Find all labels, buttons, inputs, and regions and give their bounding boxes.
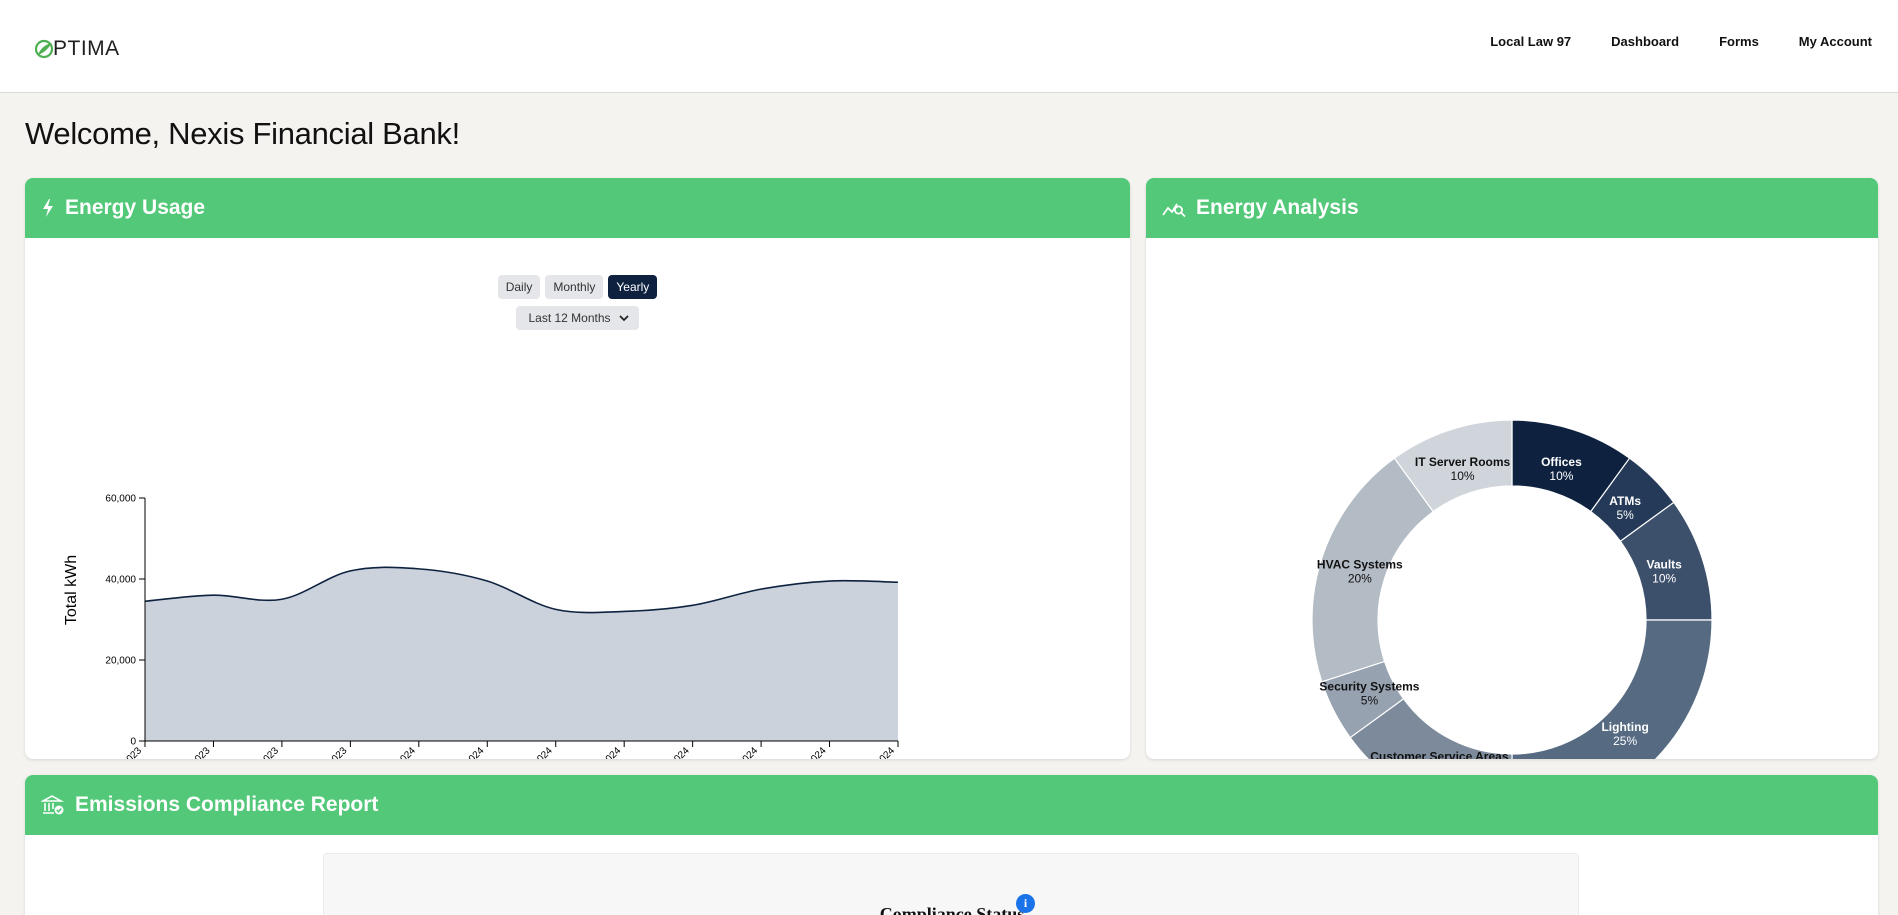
donut-slice-label: Vaults	[1646, 558, 1682, 572]
compliance-status-panel: Compliance Status i	[323, 853, 1579, 915]
chart-analysis-icon	[1162, 198, 1186, 218]
x-tick-label: Jul 2024	[794, 745, 829, 759]
donut-slice-percent: 25%	[1613, 734, 1637, 748]
leaf-o-icon	[34, 39, 54, 59]
donut-slice-label: Security Systems	[1319, 680, 1419, 694]
emissions-compliance-title: Emissions Compliance Report	[75, 793, 379, 816]
nav-dashboard[interactable]: Dashboard	[1611, 34, 1679, 49]
x-tick-label: Apr 2024	[587, 745, 624, 759]
x-tick-label: Dec 2023	[311, 745, 349, 759]
x-tick-label: May 2024	[653, 745, 692, 759]
energy-usage-chart: 020,00040,00060,000Sep 2023Oct 2023Nov 2…	[63, 494, 899, 759]
compliance-status-title: Compliance Status	[879, 904, 1025, 915]
donut-slice-label: HVAC Systems	[1317, 558, 1403, 572]
logo-text: PTIMA	[53, 37, 120, 60]
usage-area-fill	[145, 567, 898, 741]
donut-slice-percent: 10%	[1652, 572, 1676, 586]
donut-slice-percent: 10%	[1549, 469, 1573, 483]
welcome-heading: Welcome, Nexis Financial Bank!	[25, 116, 460, 151]
donut-slice-percent: 10%	[1451, 469, 1475, 483]
energy-usage-header: Energy Usage	[25, 178, 1130, 238]
y-tick-label: 40,000	[105, 575, 136, 586]
energy-usage-title: Energy Usage	[65, 196, 206, 219]
emissions-compliance-card: Emissions Compliance Report Compliance S…	[25, 775, 1878, 915]
energy-analysis-title: Energy Analysis	[1196, 196, 1359, 219]
x-tick-label: Jun 2024	[723, 745, 760, 759]
x-tick-label: Jan 2024	[381, 745, 418, 759]
nav-my-account[interactable]: My Account	[1799, 34, 1872, 49]
donut-slice-label: Offices	[1541, 455, 1582, 469]
x-tick-label: Mar 2024	[517, 745, 555, 759]
lightning-icon	[41, 198, 55, 218]
main-nav: Local Law 97 Dashboard Forms My Account	[1490, 34, 1872, 49]
y-tick-label: 60,000	[105, 494, 136, 505]
donut-slice-label: Lighting	[1601, 720, 1648, 734]
donut-slice-label: Customer Service Areas	[1370, 750, 1509, 759]
x-tick-label: Nov 2023	[243, 745, 281, 759]
info-icon[interactable]: i	[1016, 894, 1035, 913]
donut-slice-percent: 5%	[1616, 508, 1634, 522]
energy-analysis-donut-chart: Offices10%ATMs5%Vaults10%Lighting25%Cust…	[1311, 419, 1713, 759]
donut-slice-percent: 20%	[1348, 572, 1372, 586]
top-navbar: PTIMA Local Law 97 Dashboard Forms My Ac…	[0, 0, 1898, 93]
x-tick-label: Sep 2023	[106, 745, 144, 759]
nav-forms[interactable]: Forms	[1719, 34, 1759, 49]
energy-analysis-card: Energy Analysis Offices 10% ATMs 5% Vaults 10…	[1146, 178, 1878, 759]
emissions-compliance-header: Emissions Compliance Report	[25, 775, 1878, 835]
x-tick-label: Oct 2023	[176, 745, 213, 759]
donut-slice-label: IT Server Rooms	[1415, 455, 1511, 469]
nav-local-law-97[interactable]: Local Law 97	[1490, 34, 1571, 49]
y-tick-label: 20,000	[105, 656, 136, 667]
donut-slice-percent: 5%	[1361, 694, 1379, 708]
donut-slice-lighting[interactable]	[1511, 619, 1713, 759]
x-tick-label: Feb 2024	[449, 745, 487, 759]
optima-logo[interactable]: PTIMA	[33, 37, 120, 61]
donut-slice-label: ATMs	[1609, 494, 1641, 508]
y-axis-label: Total kWh	[63, 555, 80, 625]
x-tick-label: Aug 2024	[859, 745, 897, 759]
energy-usage-card: Energy Usage Daily Monthly Yearly Last 1…	[25, 178, 1130, 759]
energy-analysis-header: Energy Analysis	[1146, 178, 1878, 238]
bank-check-icon	[41, 794, 65, 816]
